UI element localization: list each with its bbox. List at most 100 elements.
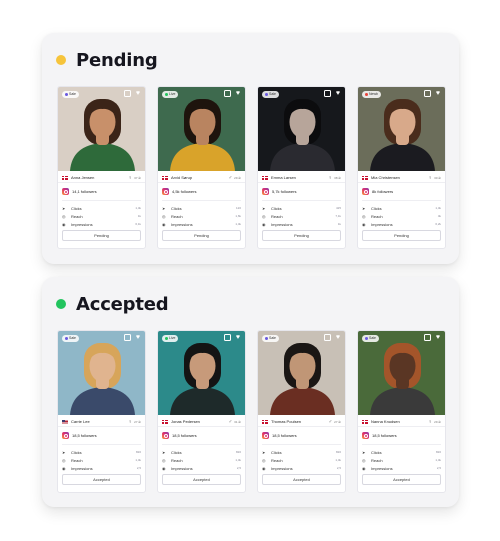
gender-icon: ♀ [328, 174, 333, 181]
influencer-card[interactable]: Live ♥ Arvid Sørup ♂ 29 år 4,5k follower… [157, 86, 246, 249]
badge-dot-icon [265, 337, 268, 340]
status-button[interactable]: Accepted [162, 474, 241, 485]
stat-impressions: ◉ Impressions 6,2k [362, 221, 441, 227]
heart-icon[interactable]: ♥ [234, 334, 242, 342]
eye-icon: ◉ [262, 221, 266, 227]
target-icon: ◎ [262, 457, 266, 463]
select-checkbox[interactable] [124, 90, 131, 97]
heart-icon[interactable]: ♥ [134, 334, 142, 342]
stat-reach: ◎ Reach 1k [62, 213, 141, 219]
select-checkbox[interactable] [224, 334, 231, 341]
heart-icon[interactable]: ♥ [234, 90, 242, 98]
stat-clicks: ➤ Clicks 820 [362, 449, 441, 455]
stat-impressions: ◉ Impressions 6,1k [62, 221, 141, 227]
gender-icon: ♀ [128, 174, 133, 181]
stat-reach: ◎ Reach 7,1k [262, 213, 341, 219]
badge-dot-icon [65, 337, 68, 340]
heart-icon[interactable]: ♥ [434, 90, 442, 98]
tag-badge: Live [162, 91, 179, 98]
stat-clicks: ➤ Clicks 425 [262, 205, 341, 211]
tag-badge: Sale [362, 335, 380, 342]
select-checkbox[interactable] [424, 90, 431, 97]
cursor-icon: ➤ [362, 205, 366, 211]
age-label: 27 år [334, 419, 341, 424]
status-button[interactable]: Accepted [362, 474, 441, 485]
age-label: 27 år [134, 419, 141, 424]
followers-count: 8k followers [372, 188, 394, 194]
stats-list: ➤ Clicks 120 ◎ Reach 1,6k ◉ Impressions … [158, 201, 245, 228]
followers-count: 18,5 followers [172, 432, 197, 438]
stat-clicks: ➤ Clicks 820 [162, 449, 241, 455]
photo-actions: ♥ [324, 90, 342, 98]
status-button[interactable]: Accepted [62, 474, 141, 485]
heart-icon[interactable]: ♥ [134, 90, 142, 98]
stat-impressions: ◉ Impressions 2,5 [262, 465, 341, 471]
flag-icon [162, 175, 168, 180]
heart-icon[interactable]: ♥ [334, 90, 342, 98]
profile-photo: Newb ♥ [358, 87, 445, 171]
profile-photo: Sale ♥ [258, 87, 345, 171]
name-row: Mia Christensen ♀ 30 år [358, 173, 445, 183]
select-checkbox[interactable] [424, 334, 431, 341]
instagram-icon [362, 431, 369, 439]
select-checkbox[interactable] [224, 90, 231, 97]
age-label: 29 år [234, 175, 241, 180]
influencer-card[interactable]: Live ♥ Jonas Pedersen ♂ 31 år 18,5 follo… [157, 330, 246, 493]
status-button[interactable]: Pending [62, 230, 141, 241]
tag-badge: Sale [262, 91, 280, 98]
eye-icon: ◉ [362, 221, 366, 227]
flag-icon [362, 175, 368, 180]
influencer-card[interactable]: Sale ♥ Thomas Poulsen ♂ 27 år 18,5 follo… [257, 330, 346, 493]
select-checkbox[interactable] [124, 334, 131, 341]
badge-dot-icon [65, 93, 68, 96]
gender-icon: ♂ [228, 174, 233, 181]
status-button[interactable]: Accepted [262, 474, 341, 485]
profile-photo: Sale ♥ [358, 331, 445, 415]
influencer-name: Jonas Pedersen [171, 419, 200, 424]
gender-icon: ♀ [428, 174, 433, 181]
stats-list: ➤ Clicks 1,4k ◎ Reach 1k ◉ Impressions 6… [58, 201, 145, 228]
influencer-card[interactable]: Newb ♥ Mia Christensen ♀ 30 år 8k follow… [357, 86, 446, 249]
stat-reach: ◎ Reach 1,4k [162, 457, 241, 463]
influencer-card[interactable]: Sale ♥ Carrie Lee ♀ 27 år 18,5 followers… [57, 330, 146, 493]
stats-list: ➤ Clicks 820 ◎ Reach 1,4k ◉ Impressions … [158, 445, 245, 472]
cursor-icon: ➤ [162, 449, 166, 455]
name-row: Emma Larsen ♀ 38 år [258, 173, 345, 183]
stats-list: ➤ Clicks 820 ◎ Reach 1,4k ◉ Impressions … [258, 445, 345, 472]
select-checkbox[interactable] [324, 334, 331, 341]
photo-actions: ♥ [224, 334, 242, 342]
influencer-name: Anna Jensen [71, 175, 95, 180]
name-row: Thomas Poulsen ♂ 27 år [258, 417, 345, 427]
influencer-card[interactable]: Sale ♥ Nanna Knudsen ♀ 29 år 18,5 follow… [357, 330, 446, 493]
eye-icon: ◉ [62, 221, 66, 227]
heart-icon[interactable]: ♥ [334, 334, 342, 342]
instagram-icon [162, 431, 169, 439]
eye-icon: ◉ [62, 465, 66, 471]
influencer-card[interactable]: Sale ♥ Emma Larsen ♀ 38 år 5,7k follower… [257, 86, 346, 249]
status-button[interactable]: Pending [362, 230, 441, 241]
status-button[interactable]: Pending [162, 230, 241, 241]
followers-count: 14,1 followers [72, 188, 97, 194]
influencer-name: Mia Christensen [371, 175, 400, 180]
target-icon: ◎ [262, 213, 266, 219]
gender-icon: ♀ [428, 418, 433, 425]
photo-actions: ♥ [224, 90, 242, 98]
followers-row: 18,5 followers [258, 429, 345, 441]
influencer-card[interactable]: Sale ♥ Anna Jensen ♀ 37 år 14,1 follower… [57, 86, 146, 249]
status-button[interactable]: Pending [262, 230, 341, 241]
followers-count: 5,7k followers [272, 188, 297, 194]
profile-photo: Sale ♥ [58, 331, 145, 415]
heart-icon[interactable]: ♥ [434, 334, 442, 342]
stat-impressions: ◉ Impressions 2,5 [362, 465, 441, 471]
profile-photo: Sale ♥ [258, 331, 345, 415]
stat-clicks: ➤ Clicks 820 [62, 449, 141, 455]
flag-icon [62, 419, 68, 424]
cursor-icon: ➤ [362, 449, 366, 455]
stat-reach: ◎ Reach 1,4k [262, 457, 341, 463]
select-checkbox[interactable] [324, 90, 331, 97]
tag-badge: Live [162, 335, 179, 342]
accepted-title: Accepted [76, 293, 169, 315]
stat-reach: ◎ Reach 1,4k [362, 457, 441, 463]
age-label: 31 år [234, 419, 241, 424]
eye-icon: ◉ [362, 465, 366, 471]
